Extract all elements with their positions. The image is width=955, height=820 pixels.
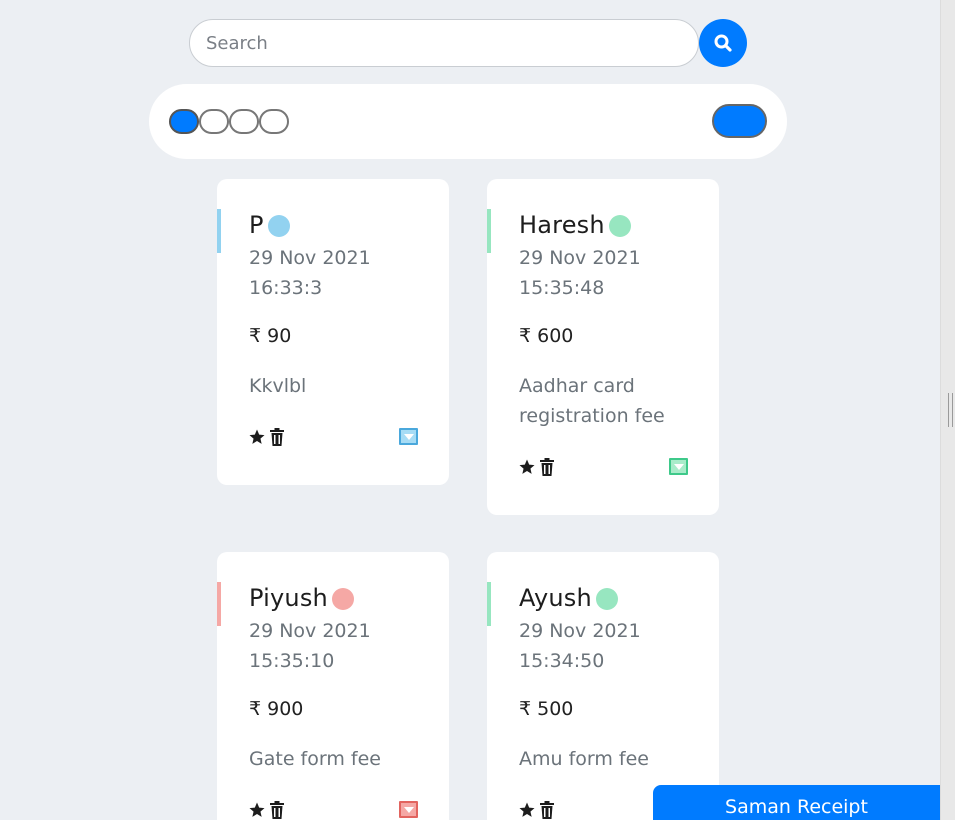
expand-icon[interactable] (399, 801, 418, 818)
trash-icon[interactable] (539, 801, 555, 819)
card-time: 15:34:50 (519, 650, 605, 672)
search-input[interactable] (189, 19, 699, 67)
card-description: Gate form fee (249, 748, 381, 770)
card-accent (217, 209, 221, 253)
card-name: Haresh (519, 211, 605, 239)
scrollbar-grip[interactable] (948, 393, 953, 427)
card-datetime: 29 Nov 2021 15:35:10 (249, 616, 439, 676)
card-name: Piyush (249, 584, 328, 612)
expand-icon[interactable] (399, 428, 418, 445)
card-amount: ₹ 900 (249, 698, 304, 720)
filter-pills (169, 109, 289, 134)
saman-receipt-button[interactable]: Saman Receipt (653, 785, 940, 820)
card-date: 29 Nov 2021 (519, 620, 641, 642)
card-date: 29 Nov 2021 (249, 620, 371, 642)
receipt-card: Ayush 29 Nov 2021 15:34:50 ₹ 500 Amu for… (487, 552, 719, 820)
card-amount: ₹ 500 (519, 698, 574, 720)
search-button[interactable] (699, 19, 747, 67)
filter-pill-4[interactable] (259, 109, 289, 134)
trash-icon[interactable] (269, 801, 285, 819)
star-icon[interactable] (248, 801, 266, 819)
card-description: Kkvlbl (249, 375, 307, 397)
receipt-card: Haresh 29 Nov 2021 15:35:48 ₹ 600 Aadhar… (487, 179, 719, 515)
status-dot (595, 588, 618, 610)
search-icon (713, 33, 733, 53)
card-accent (217, 582, 221, 626)
status-dot (608, 215, 631, 237)
card-datetime: 29 Nov 2021 15:34:50 (519, 616, 709, 676)
card-name: P (249, 211, 264, 239)
filter-pill-1[interactable] (169, 109, 199, 134)
star-icon[interactable] (518, 458, 536, 476)
card-amount: ₹ 600 (519, 325, 574, 347)
card-name: Ayush (519, 584, 592, 612)
trash-icon[interactable] (539, 458, 555, 476)
receipt-card: Piyush 29 Nov 2021 15:35:10 ₹ 900 Gate f… (217, 552, 449, 820)
toggle-switch[interactable] (712, 104, 767, 138)
card-time: 16:33:3 (249, 277, 323, 299)
star-icon[interactable] (248, 428, 266, 446)
status-dot (331, 588, 354, 610)
card-date: 29 Nov 2021 (519, 247, 641, 269)
search-bar (189, 19, 747, 67)
card-amount: ₹ 90 (249, 325, 292, 347)
card-time: 15:35:48 (519, 277, 605, 299)
receipt-card: P 29 Nov 2021 16:33:3 ₹ 90 Kkvlbl (217, 179, 449, 485)
star-icon[interactable] (518, 801, 536, 819)
card-date: 29 Nov 2021 (249, 247, 371, 269)
filter-pill-3[interactable] (229, 109, 259, 134)
card-description: Aadhar card registration fee (519, 375, 665, 427)
card-accent (487, 582, 491, 626)
card-datetime: 29 Nov 2021 15:35:48 (519, 243, 709, 303)
card-datetime: 29 Nov 2021 16:33:3 (249, 243, 439, 303)
card-accent (487, 209, 491, 253)
status-dot (267, 215, 290, 237)
filter-bar (149, 84, 787, 159)
filter-pill-2[interactable] (199, 109, 229, 134)
card-description: Amu form fee (519, 748, 649, 770)
trash-icon[interactable] (269, 428, 285, 446)
card-time: 15:35:10 (249, 650, 335, 672)
expand-icon[interactable] (669, 458, 688, 475)
